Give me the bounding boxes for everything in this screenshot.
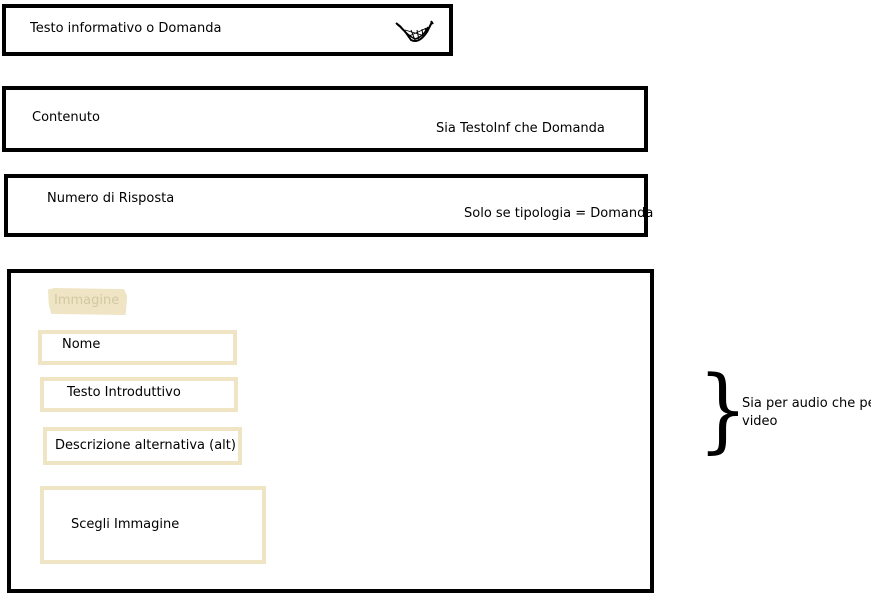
nome-label: Nome [62,337,101,352]
curly-brace-icon: } [698,356,748,463]
contenuto-note: Sia TestoInf che Domanda [436,121,605,136]
immagine-heading: Immagine [48,288,128,315]
contenuto-label: Contenuto [32,110,100,125]
descrizione-alt-label: Descrizione alternativa (alt) [55,438,236,453]
numero-risposta-label: Numero di Risposta [47,191,175,206]
hammock-icon [395,18,435,46]
testo-introduttivo-label: Testo Introduttivo [67,385,181,400]
numero-risposta-note: Solo se tipologia = Domanda [464,206,654,221]
side-note: Sia per audio che per video [742,396,871,429]
scegli-immagine-label: Scegli Immagine [71,517,180,532]
title-text: Testo informativo o Domanda [30,21,222,36]
